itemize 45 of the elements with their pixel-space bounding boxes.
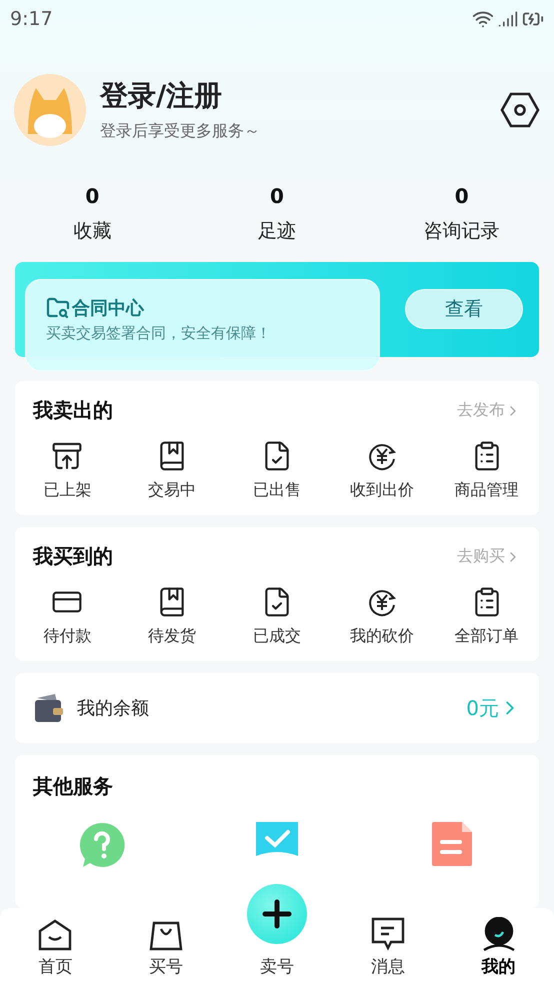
nav-tab[interactable]: 买号 [149,955,184,978]
balance-card[interactable]: 我的余额 0元 [15,673,539,743]
menu-label[interactable]: 交易中 [148,480,196,501]
nav-tab[interactable]: 我的 [482,955,516,978]
menu-label[interactable]: 全部订单 [454,626,519,647]
checkmark-icon [256,822,298,856]
menu-label[interactable]: 我的砍价 [350,626,414,647]
stat-count[interactable]: 0 [270,184,284,208]
stat-count[interactable]: 0 [85,184,100,208]
folder-search-icon [46,296,70,320]
section-title: 我卖出的 [33,397,113,424]
box-upload-icon [51,440,84,472]
message-icon [370,917,405,951]
view-button[interactable]: 查看 [405,289,523,330]
login-subtitle: 登录后享受更多服务～ [100,121,261,142]
nav-tab[interactable]: 消息 [370,955,405,978]
menu-label[interactable]: 待付款 [43,626,92,647]
stat-label[interactable]: 足迹 [258,218,296,244]
settings-icon[interactable] [500,92,540,128]
section-title: 我买到的 [33,543,113,570]
menu-label[interactable]: 收到出价 [350,480,414,501]
document-icon [432,822,472,866]
nav-tab[interactable]: 卖号 [260,955,294,978]
section-title: 其他服务 [33,773,113,800]
signal-icon [498,8,518,29]
menu-label[interactable]: 商品管理 [454,480,519,501]
menu-label[interactable]: 已成交 [252,626,301,647]
balance-value: 0元 [466,694,521,722]
contract-subtitle: 买卖交易签署合同，安全有保障！ [46,324,272,343]
stat-count[interactable]: 0 [454,184,469,208]
menu-label[interactable]: 待发货 [148,626,196,647]
user-icon [482,917,516,951]
status-time: 9:17 [10,8,53,30]
menu-label[interactable]: 已上架 [43,480,92,501]
login-title[interactable]: 登录/注册 [100,77,486,116]
wallet-icon [33,692,65,724]
balance-label: 我的余额 [77,697,150,720]
help-chat-icon [79,822,126,868]
shopping-bag-icon [149,921,184,951]
home-icon [38,919,72,951]
stat-label[interactable]: 咨询记录 [424,218,500,244]
nav-tab[interactable]: 首页 [38,955,72,978]
contract-title: 合同中心 [72,296,144,320]
menu-label[interactable]: 已出售 [252,480,301,501]
stat-label[interactable]: 收藏 [73,218,112,244]
